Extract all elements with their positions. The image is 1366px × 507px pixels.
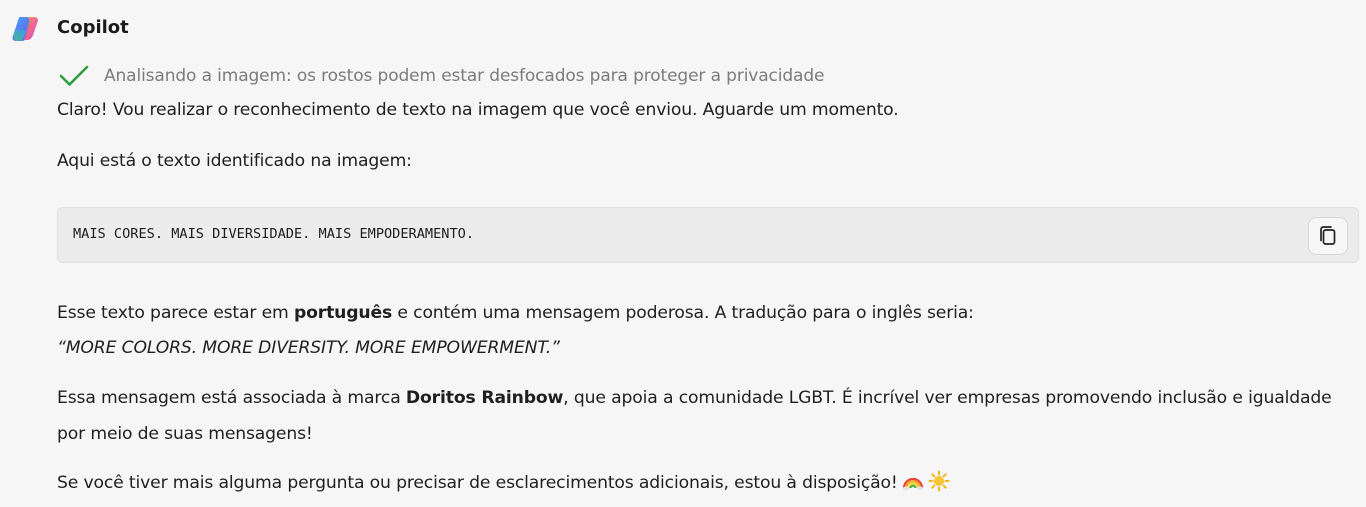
p3-bold-language: português [293, 303, 393, 323]
message-paragraph-4: Essa mensagem está associada à marca Dor… [57, 380, 1332, 416]
p5-text: Se você tiver mais alguma pergunta ou pr… [57, 473, 898, 493]
code-text[interactable]: MAIS CORES. MAIS DIVERSIDADE. MAIS EMPOD… [73, 226, 474, 242]
checkmark-icon [59, 65, 89, 86]
p4-text-after: , que apoia a comunidade LGBT. É incríve… [563, 388, 1332, 408]
message-paragraph-5: Se você tiver mais alguma pergunta ou pr… [57, 465, 950, 501]
rainbow-emoji [902, 469, 924, 491]
code-block: MAIS CORES. MAIS DIVERSIDADE. MAIS EMPOD… [57, 207, 1359, 263]
message-paragraph-3: Esse texto parece estar em português e c… [57, 295, 974, 331]
p3-text-before: Esse texto parece estar em [57, 303, 294, 323]
p4-bold-brand: Doritos Rainbow [405, 388, 564, 408]
sun-emoji [928, 469, 950, 492]
sender-name: Copilot [57, 17, 129, 38]
message-paragraph-4-line-2: por meio de suas mensagens! [57, 424, 313, 444]
status-text: Analisando a imagem: os rostos podem est… [104, 66, 825, 86]
status-row: Analisando a imagem: os rostos podem est… [58, 62, 824, 90]
p3-text-after: e contém uma mensagem poderosa. A traduç… [392, 303, 974, 323]
copilot-logo-icon [11, 13, 43, 45]
translation-italic: “MORE COLORS. MORE DIVERSITY. MORE EMPOW… [57, 338, 560, 358]
message-paragraph-2: Aqui está o texto identificado na imagem… [57, 151, 412, 171]
copy-button[interactable] [1308, 217, 1348, 255]
translation-text: “MORE COLORS. MORE DIVERSITY. MORE EMPOW… [57, 330, 560, 366]
p4-text-before: Essa mensagem está associada à marca [57, 388, 406, 408]
message-paragraph-1: Claro! Vou realizar o reconhecimento de … [57, 100, 899, 120]
copy-icon [1320, 226, 1336, 245]
